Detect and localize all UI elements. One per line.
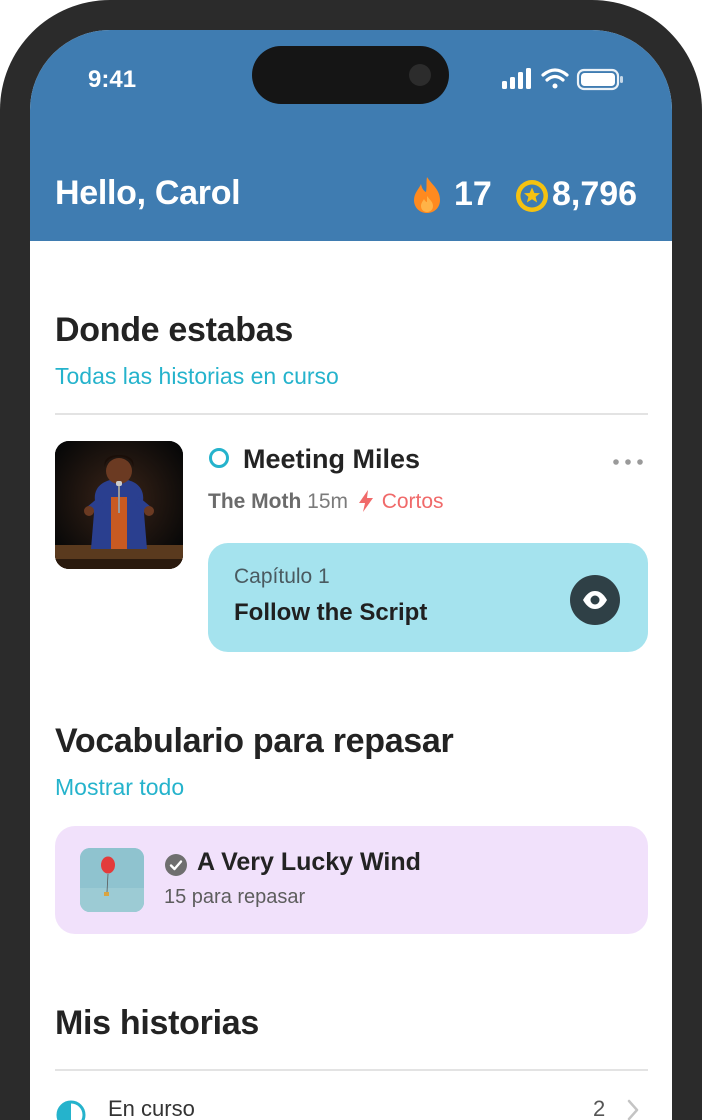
half-circle-icon [56, 1100, 86, 1120]
story-meta: The Moth 15m Cortos [208, 490, 444, 514]
device-frame: 9:41 Hello, Carol 17 8,796 Donde estabas… [0, 0, 702, 1120]
chapter-title: Follow the Script [234, 599, 428, 626]
continue-section-title: Donde estabas [55, 311, 293, 349]
story-category-tag[interactable]: Cortos [382, 490, 444, 513]
story-title[interactable]: Meeting Miles [243, 444, 420, 475]
story-source: The Moth [208, 490, 302, 513]
signal-icon [502, 68, 531, 89]
bolt-icon [358, 490, 373, 512]
story-cover-art [55, 441, 183, 569]
star-coin-icon[interactable] [515, 179, 549, 213]
view-chapter-button[interactable] [570, 575, 620, 625]
vocab-review-card[interactable]: A Very Lucky Wind 15 para repasar [55, 826, 648, 934]
balloon-art [80, 848, 144, 912]
show-all-vocab-link[interactable]: Mostrar todo [55, 774, 184, 801]
status-ring-icon [209, 448, 229, 468]
wifi-icon [541, 68, 569, 89]
section-divider [55, 413, 648, 415]
streak-count[interactable]: 17 [454, 175, 492, 214]
chevron-right-icon [627, 1099, 639, 1120]
battery-icon [576, 68, 623, 91]
flame-icon[interactable] [411, 176, 443, 214]
vocab-review-count: 15 para repasar [164, 886, 306, 908]
story-cover-image[interactable] [55, 441, 183, 569]
status-icons [502, 68, 623, 91]
app-screen: 9:41 Hello, Carol 17 8,796 Donde estabas… [30, 30, 672, 1120]
app-header: 9:41 Hello, Carol 17 8,796 [30, 30, 672, 241]
greeting-title: Hello, Carol [55, 174, 241, 212]
section-divider [55, 1069, 648, 1071]
vocab-story-thumbnail [80, 848, 144, 912]
row-count: 2 [593, 1096, 606, 1120]
dynamic-island [252, 46, 449, 104]
check-circle-icon [165, 854, 187, 876]
more-options-icon[interactable] [612, 458, 644, 466]
current-chapter-card[interactable]: Capítulo 1 Follow the Script [208, 543, 648, 652]
chapter-number: Capítulo 1 [234, 565, 330, 588]
status-time: 9:41 [88, 66, 137, 93]
my-stories-title: Mis historias [55, 1004, 259, 1042]
eye-icon [583, 591, 607, 609]
camera-icon [409, 64, 431, 86]
story-duration: 15m [307, 490, 349, 513]
row-label: En curso [108, 1096, 195, 1120]
vocab-story-title: A Very Lucky Wind [197, 848, 421, 876]
vocab-section-title: Vocabulario para repasar [55, 722, 454, 760]
in-progress-stories-link[interactable]: Todas las historias en curso [55, 363, 339, 390]
points-count[interactable]: 8,796 [552, 175, 637, 214]
